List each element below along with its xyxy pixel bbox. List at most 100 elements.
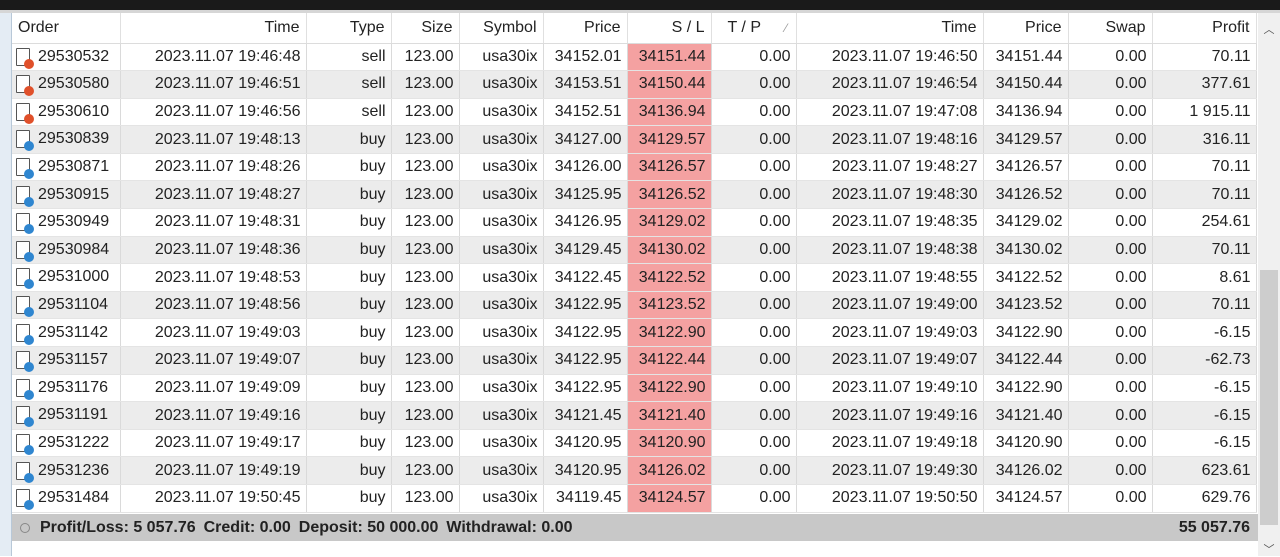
column-header-sl[interactable]: S / L: [627, 13, 712, 44]
cell-text: 123.00: [404, 75, 454, 93]
table-row[interactable]: 29531104 2023.11.07 19:48:56 buy 123.00 usa3…: [12, 291, 1257, 320]
table-row[interactable]: 29530915 2023.11.07 19:48:27 buy 123.00 usa3…: [12, 180, 1257, 210]
cell-close-time: 2023.11.07 19:49:18: [796, 429, 984, 458]
cell-text: 123.00: [404, 130, 454, 148]
cell-type: buy: [306, 291, 392, 320]
cell-order: 29530984: [12, 236, 121, 265]
table-row[interactable]: 29530532 2023.11.07 19:46:48 sell 123.00 usa…: [12, 43, 1257, 72]
buy-order-icon: [16, 296, 34, 318]
sell-order-icon: [16, 47, 34, 69]
cell-text: 123.00: [404, 268, 454, 286]
cell-text: 2023.11.07 19:49:19: [154, 461, 301, 479]
table-row[interactable]: 29531191 2023.11.07 19:49:16 buy 123.00 usa3…: [12, 401, 1257, 430]
column-header-close-price[interactable]: Price: [983, 13, 1069, 44]
cell-swap: 0.00: [1068, 125, 1153, 154]
cell-open-time: 2023.11.07 19:49:03: [120, 318, 307, 348]
cell-close-time: 2023.11.07 19:48:55: [796, 263, 984, 292]
cell-sl: 34129.57: [627, 125, 712, 154]
cell-text: 123.00: [404, 213, 454, 231]
cell-text: 29530580: [38, 75, 110, 93]
vertical-scrollbar[interactable]: ︿ ﹀: [1258, 13, 1280, 556]
table-row[interactable]: 29531236 2023.11.07 19:49:19 buy 123.00 usa3…: [12, 456, 1257, 485]
table-row[interactable]: 29530949 2023.11.07 19:48:31 buy 123.00 usa3…: [12, 208, 1257, 237]
cell-close-price: 34130.02: [983, 236, 1069, 265]
column-header-type[interactable]: Type: [306, 13, 392, 44]
column-header-close-time[interactable]: Time: [796, 13, 984, 44]
cell-close-time: 2023.11.07 19:49:03: [796, 318, 984, 348]
cell-text: 2023.11.07 19:48:26: [154, 158, 301, 176]
cell-text: 70.11: [1211, 296, 1251, 314]
column-header-label: Price: [1025, 18, 1062, 36]
cell-text: 29530949: [38, 213, 110, 231]
cell-symbol: usa30ix: [459, 318, 544, 348]
cell-close-price: 34123.52: [983, 291, 1069, 320]
cell-text: 0.00: [1115, 75, 1147, 93]
cell-text: 0.00: [759, 130, 791, 148]
cell-text: 34150.44: [638, 75, 706, 93]
scroll-down-icon[interactable]: ﹀: [1258, 541, 1280, 557]
column-header-profit[interactable]: Profit: [1152, 13, 1257, 44]
cell-text: 34122.90: [638, 323, 706, 341]
buy-order-icon: [16, 461, 34, 483]
table-row[interactable]: 29530610 2023.11.07 19:46:56 sell 123.00 usa…: [12, 98, 1257, 127]
cell-text: 123.00: [404, 240, 454, 258]
cell-text: 29531484: [38, 489, 110, 507]
column-header-label: Time: [941, 18, 977, 36]
cell-text: buy: [359, 296, 386, 314]
cell-text: buy: [359, 406, 386, 424]
table-row[interactable]: 29531484 2023.11.07 19:50:45 buy 123.00 usa3…: [12, 484, 1257, 513]
table-row[interactable]: 29531142 2023.11.07 19:49:03 buy 123.00 usa3…: [12, 318, 1257, 348]
scrollbar-thumb[interactable]: [1260, 270, 1278, 525]
column-header-order[interactable]: Order: [12, 13, 121, 44]
table-row[interactable]: 29530839 2023.11.07 19:48:13 buy 123.00 usa3…: [12, 125, 1257, 154]
cell-text: 34129.02: [995, 213, 1063, 231]
cell-profit: 70.11: [1152, 153, 1257, 182]
column-header-tp[interactable]: T / P ⁄: [711, 13, 797, 44]
table-row[interactable]: 29531222 2023.11.07 19:49:17 buy 123.00 usa3…: [12, 429, 1257, 458]
cell-text: 2023.11.07 19:49:07: [154, 351, 301, 369]
cell-text: 34130.02: [638, 240, 706, 258]
cell-text: buy: [359, 378, 386, 396]
cell-sl: 34136.94: [627, 98, 712, 127]
cell-close-time: 2023.11.07 19:48:38: [796, 236, 984, 265]
sort-icon: ⁄: [785, 20, 788, 35]
cell-close-price: 34129.57: [983, 125, 1069, 154]
scroll-up-icon[interactable]: ︿: [1258, 21, 1280, 37]
cell-text: usa30ix: [482, 406, 538, 424]
column-header-size[interactable]: Size: [391, 13, 460, 44]
cell-text: 2023.11.07 19:49:18: [831, 434, 978, 452]
column-header-open-time[interactable]: Time: [120, 13, 307, 44]
cell-text: 0.00: [759, 185, 791, 203]
cell-symbol: usa30ix: [459, 374, 544, 403]
cell-text: sell: [361, 102, 386, 120]
cell-text: 2023.11.07 19:49:03: [154, 323, 301, 341]
table-row[interactable]: 29531176 2023.11.07 19:49:09 buy 123.00 usa3…: [12, 374, 1257, 403]
cell-swap: 0.00: [1068, 318, 1153, 348]
table-row[interactable]: 29530580 2023.11.07 19:46:51 sell 123.00 usa…: [12, 70, 1257, 99]
column-header-label: Symbol: [483, 18, 537, 36]
column-header-symbol[interactable]: Symbol: [459, 13, 544, 44]
column-header-swap[interactable]: Swap: [1068, 13, 1153, 44]
column-header-open-price[interactable]: Price: [543, 13, 628, 44]
cell-profit: 623.61: [1152, 456, 1257, 485]
table-row[interactable]: 29530871 2023.11.07 19:48:26 buy 123.00 usa3…: [12, 153, 1257, 182]
cell-size: 123.00: [391, 236, 460, 265]
sell-order-icon: [16, 102, 34, 124]
table-row[interactable]: 29530984 2023.11.07 19:48:36 buy 123.00 usa3…: [12, 236, 1257, 265]
cell-open-time: 2023.11.07 19:48:53: [120, 263, 307, 292]
cell-profit: 629.76: [1152, 484, 1257, 513]
cell-text: 2023.11.07 19:48:56: [154, 296, 301, 314]
cell-symbol: usa30ix: [459, 125, 544, 154]
cell-open-price: 34152.01: [543, 43, 628, 72]
cell-text: 123.00: [404, 434, 454, 452]
table-row[interactable]: 29531157 2023.11.07 19:49:07 buy 123.00 usa3…: [12, 346, 1257, 375]
cell-open-time: 2023.11.07 19:48:26: [120, 153, 307, 182]
table-row[interactable]: 29531000 2023.11.07 19:48:53 buy 123.00 usa3…: [12, 263, 1257, 292]
cell-text: 0.00: [1115, 185, 1147, 203]
cell-text: 34125.95: [554, 185, 622, 203]
cell-close-price: 34126.52: [983, 180, 1069, 210]
cell-profit: -6.15: [1152, 401, 1257, 430]
cell-type: buy: [306, 484, 392, 513]
cell-text: buy: [359, 268, 386, 286]
cell-text: 70.11: [1211, 185, 1251, 203]
